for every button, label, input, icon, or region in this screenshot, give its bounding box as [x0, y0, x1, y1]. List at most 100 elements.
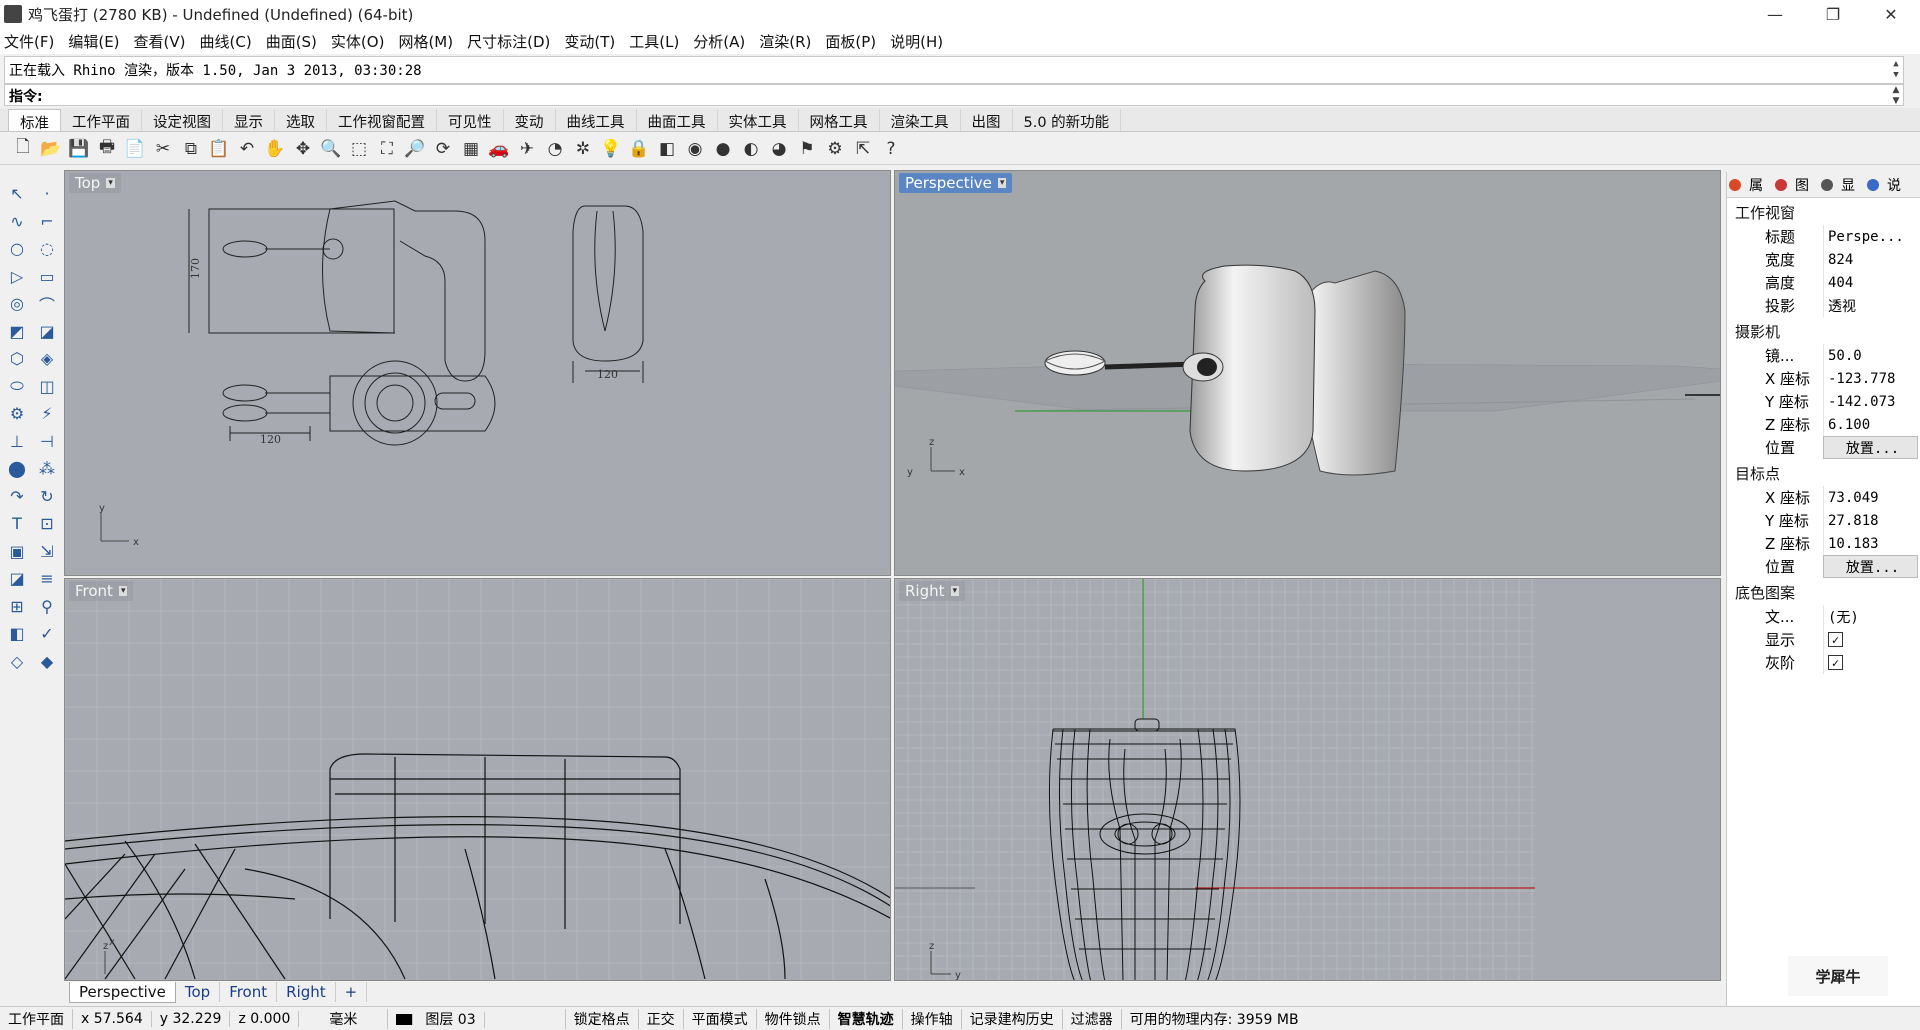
status-toggle[interactable]: 锁定格点: [566, 1008, 639, 1029]
import-icon[interactable]: 📄: [122, 136, 148, 162]
panel-tab[interactable]: 图: [1775, 175, 1815, 195]
left-tool-icon[interactable]: ↖: [3, 180, 31, 208]
toolbar-tab[interactable]: 显示: [223, 109, 275, 131]
status-toggle[interactable]: 物件锁点: [757, 1008, 830, 1029]
property-value[interactable]: 50.0: [1823, 344, 1920, 367]
menu-item[interactable]: 实体(O): [331, 31, 385, 52]
viewport-front[interactable]: z x Front ▾: [64, 578, 891, 981]
left-tool-icon[interactable]: ✓: [33, 620, 61, 648]
menu-item[interactable]: 编辑(E): [68, 31, 119, 52]
toolbar-tab[interactable]: 渲染工具: [880, 109, 961, 131]
move-icon[interactable]: ✥: [290, 136, 316, 162]
close-button[interactable]: ✕: [1862, 0, 1920, 28]
gear-icon[interactable]: ⚙: [822, 136, 848, 162]
menu-item[interactable]: 尺寸标注(D): [467, 31, 550, 52]
property-checkbox-cell[interactable]: ✓: [1823, 651, 1920, 674]
toolbar-tab[interactable]: 曲面工具: [637, 109, 718, 131]
pointer-icon[interactable]: ⇱: [850, 136, 876, 162]
render-icon[interactable]: ◕: [766, 136, 792, 162]
toolbar-tab[interactable]: 变动: [504, 109, 556, 131]
rotate-view-icon[interactable]: ⟳: [430, 136, 456, 162]
toolbar-tab[interactable]: 选取: [275, 109, 327, 131]
checkbox[interactable]: ✓: [1828, 655, 1843, 670]
save-icon[interactable]: 💾: [66, 136, 92, 162]
menu-item[interactable]: 网格(M): [398, 31, 453, 52]
maximize-button[interactable]: ❐: [1804, 0, 1862, 28]
panel-tab[interactable]: 属: [1729, 175, 1769, 195]
status-toggle[interactable]: 过滤器: [1063, 1008, 1122, 1029]
left-tool-icon[interactable]: ↻: [33, 483, 61, 511]
property-value[interactable]: 10.183: [1823, 532, 1920, 555]
left-tool-icon[interactable]: ◪: [33, 318, 61, 346]
viewport-tab[interactable]: Top: [176, 982, 221, 1002]
zoom-icon[interactable]: 🔍: [318, 136, 344, 162]
new-icon[interactable]: 🗋: [10, 136, 36, 162]
left-tool-icon[interactable]: ⊞: [3, 593, 31, 621]
viewport-tab[interactable]: +: [336, 982, 368, 1002]
copy-icon[interactable]: ⧉: [178, 136, 204, 162]
menu-item[interactable]: 变动(T): [564, 31, 615, 52]
chevron-down-icon[interactable]: ▾: [106, 178, 115, 188]
chevron-down-icon[interactable]: ▾: [118, 586, 128, 596]
minimize-button[interactable]: —: [1746, 0, 1804, 28]
menu-item[interactable]: 说明(H): [890, 31, 943, 52]
left-tool-icon[interactable]: ⊣: [33, 428, 61, 456]
menu-item[interactable]: 分析(A): [693, 31, 745, 52]
material-icon[interactable]: ◐: [738, 136, 764, 162]
chevron-down-icon[interactable]: ▾: [950, 586, 960, 596]
zoom-extents-icon[interactable]: ⛶: [374, 136, 400, 162]
property-checkbox-cell[interactable]: ✓: [1823, 628, 1920, 651]
menu-item[interactable]: 工具(L): [629, 31, 679, 52]
status-toggle[interactable]: 平面模式: [684, 1008, 757, 1029]
car-icon[interactable]: 🚗: [486, 136, 512, 162]
help-icon[interactable]: ?: [878, 136, 904, 162]
menu-item[interactable]: 曲面(S): [266, 31, 317, 52]
menu-item[interactable]: 查看(V): [134, 31, 186, 52]
viewport-label-perspective[interactable]: Perspective ▾: [899, 173, 1013, 193]
toolbar-tab[interactable]: 工作视窗配置: [327, 109, 437, 131]
left-tool-icon[interactable]: ⊡: [33, 510, 61, 538]
viewport-label-right[interactable]: Right ▾: [899, 581, 966, 601]
status-cplane[interactable]: 工作平面: [0, 1008, 73, 1029]
left-tool-icon[interactable]: ◫: [33, 373, 61, 401]
left-tool-icon[interactable]: ⬡: [3, 345, 31, 373]
menu-item[interactable]: 渲染(R): [759, 31, 811, 52]
command-line[interactable]: 指令: ▲ ▼: [4, 84, 1904, 106]
property-value[interactable]: 6.100: [1823, 413, 1920, 436]
left-tool-icon[interactable]: ⬭: [3, 373, 31, 401]
paste-icon[interactable]: 📋: [206, 136, 232, 162]
left-tool-icon[interactable]: ⚙: [3, 400, 31, 428]
print-icon[interactable]: 🖶: [94, 136, 120, 162]
undo-icon[interactable]: ↶: [234, 136, 260, 162]
viewport-label-front[interactable]: Front ▾: [69, 581, 134, 601]
property-value[interactable]: 404: [1823, 271, 1920, 294]
left-tool-icon[interactable]: ∿: [3, 208, 31, 236]
layer-icon[interactable]: ◧: [654, 136, 680, 162]
left-tool-icon[interactable]: ◇: [3, 648, 31, 676]
left-tool-icon[interactable]: ⌒: [33, 290, 61, 318]
left-tool-icon[interactable]: ↷: [3, 483, 31, 511]
left-tool-icon[interactable]: ⌐: [33, 208, 61, 236]
property-value[interactable]: 824: [1823, 248, 1920, 271]
viewport-tab[interactable]: Front: [220, 982, 278, 1002]
panel-tab[interactable]: 显: [1821, 175, 1861, 195]
lock-icon[interactable]: 🔒: [626, 136, 652, 162]
left-tool-icon[interactable]: ◧: [3, 620, 31, 648]
status-toggle[interactable]: 记录建构历史: [962, 1008, 1063, 1029]
property-value[interactable]: 27.818: [1823, 509, 1920, 532]
status-layer[interactable]: 图层 03: [388, 1008, 566, 1029]
toolbar-tab[interactable]: 可见性: [437, 109, 504, 131]
place-button[interactable]: 放置...: [1823, 555, 1918, 578]
toolbar-tab[interactable]: 实体工具: [718, 109, 799, 131]
status-toggle[interactable]: 正交: [639, 1008, 684, 1029]
left-tool-icon[interactable]: ⚡: [33, 400, 61, 428]
left-tool-icon[interactable]: ⁂: [33, 455, 61, 483]
viewport-right[interactable]: z y Right ▾: [894, 578, 1721, 981]
property-value[interactable]: 透视: [1823, 294, 1920, 317]
left-tool-icon[interactable]: ◌: [33, 235, 61, 263]
left-tool-icon[interactable]: ○: [3, 235, 31, 263]
snap-icon[interactable]: ✲: [570, 136, 596, 162]
left-tool-icon[interactable]: ▭: [33, 263, 61, 291]
panel-tab[interactable]: 说: [1867, 175, 1907, 195]
toolbar-tab[interactable]: 网格工具: [799, 109, 880, 131]
